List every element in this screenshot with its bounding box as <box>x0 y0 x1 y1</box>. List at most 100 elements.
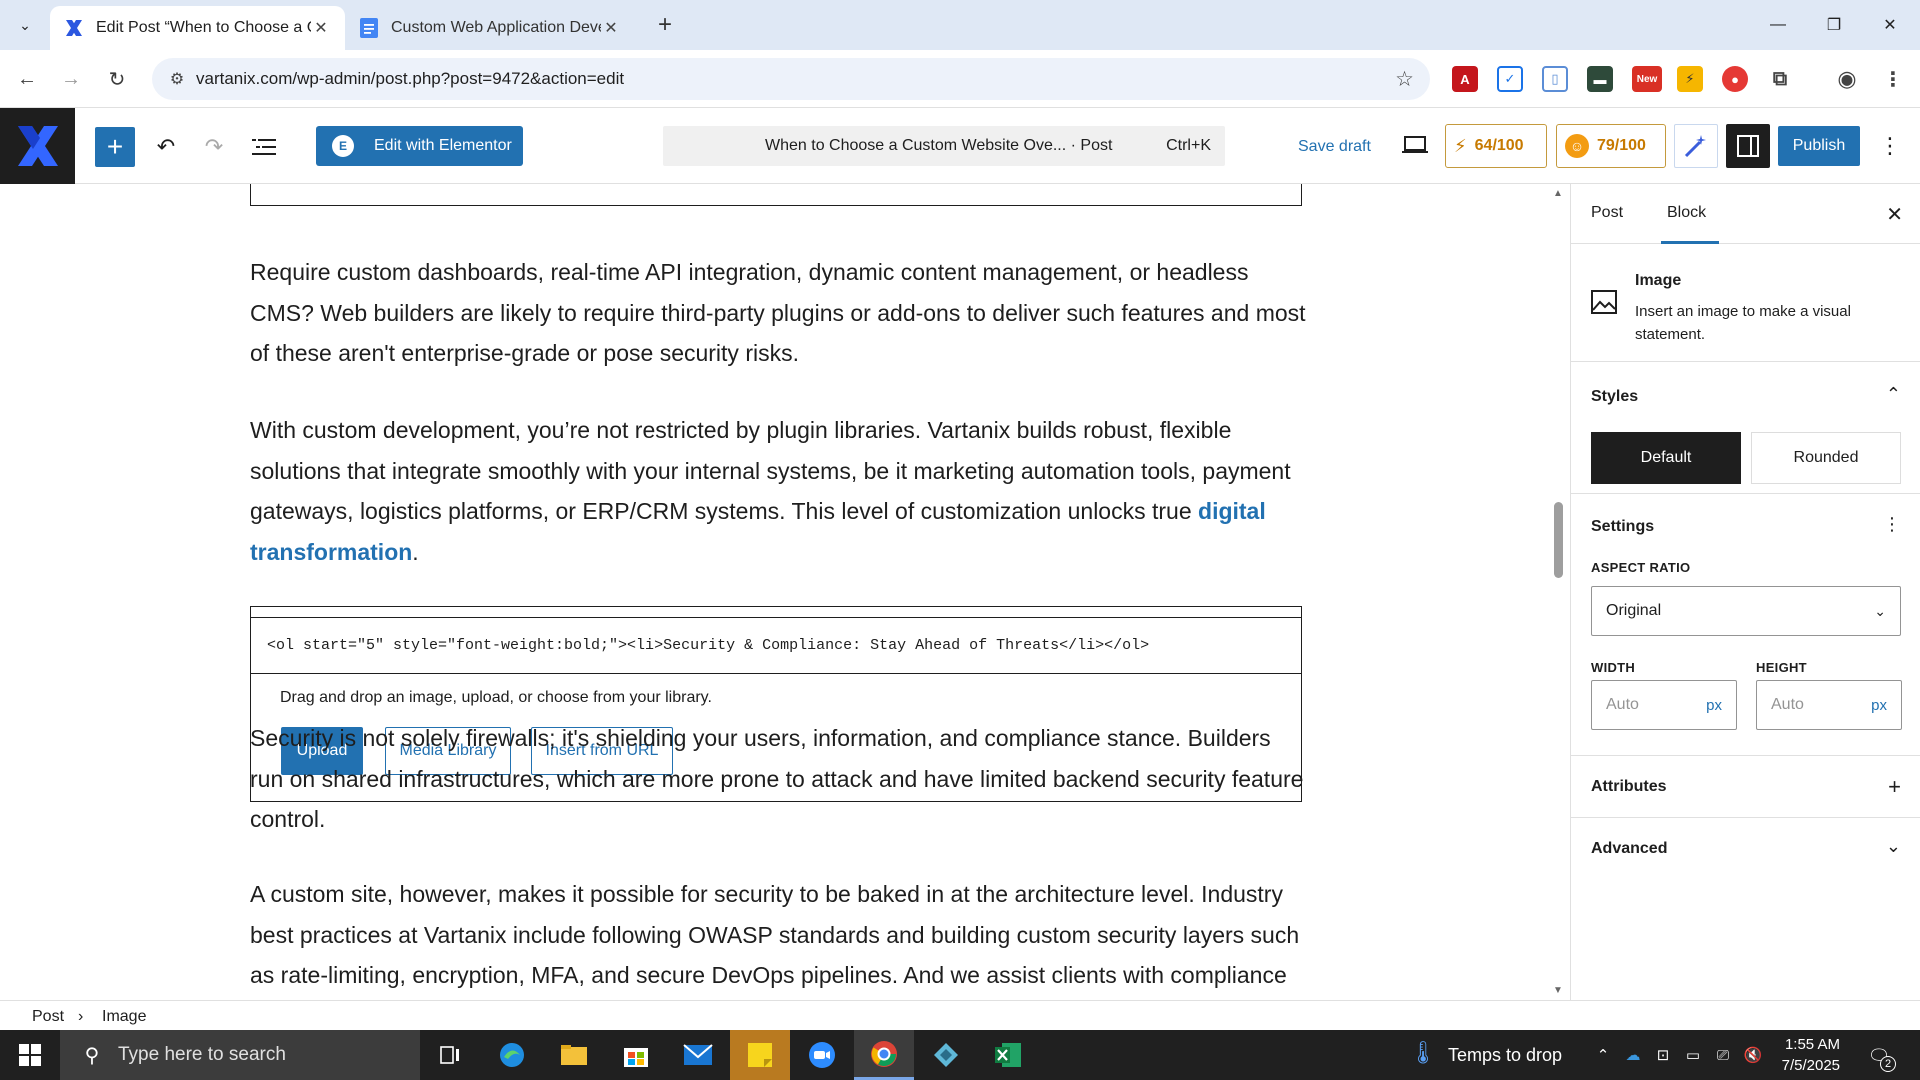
windows-start-icon[interactable] <box>0 1030 60 1080</box>
taskbar-search-input[interactable]: ⚲ Type here to search <box>60 1030 420 1080</box>
reload-icon[interactable]: ↻ <box>102 64 132 94</box>
preview-laptop-icon[interactable] <box>1400 130 1430 160</box>
html-code-text[interactable]: <ol start="5" style="font-weight:bold;">… <box>267 637 1149 654</box>
editor-canvas: Require custom dashboards, real-time API… <box>0 184 1570 1000</box>
thermometer-icon[interactable]: 🌡 <box>1409 1040 1437 1065</box>
pokeball-extension-icon[interactable]: ● <box>1722 66 1748 92</box>
paragraph-end: . <box>412 538 419 565</box>
scrollbar-thumb[interactable] <box>1554 502 1563 578</box>
paragraph-block[interactable]: Security is not solely firewalls; it's s… <box>250 718 1310 840</box>
ai-wand-icon[interactable] <box>1674 124 1718 168</box>
paragraph-block[interactable]: Require custom dashboards, real-time API… <box>250 252 1310 374</box>
seo-chart-icon: ⚡ <box>1454 135 1467 156</box>
paragraph-block[interactable]: A custom site, however, makes it possibl… <box>250 874 1310 1000</box>
aspect-ratio-label: ASPECT RATIO <box>1591 560 1691 575</box>
scroll-down-arrow-icon[interactable]: ▼ <box>1553 985 1563 996</box>
publish-button[interactable]: Publish <box>1778 126 1860 166</box>
chrome-icon[interactable] <box>854 1030 914 1080</box>
scroll-up-arrow-icon[interactable]: ▲ <box>1553 188 1563 199</box>
app-diamond-icon[interactable] <box>916 1030 976 1080</box>
site-logo-icon[interactable] <box>0 108 75 184</box>
tab-block[interactable]: Block <box>1661 204 1719 244</box>
minimize-window-icon[interactable]: — <box>1750 0 1806 50</box>
browser-tab-custom-web-app[interactable]: Custom Web Application Devel ✕ <box>345 6 635 50</box>
notification-count: 2 <box>1880 1056 1896 1072</box>
puzzle-extensions-icon[interactable]: ⧉ <box>1767 66 1793 92</box>
zoom-icon[interactable] <box>792 1030 852 1080</box>
advanced-panel[interactable]: Advanced ⌄ <box>1571 818 1920 878</box>
chevron-up-icon[interactable]: ⌃ <box>1592 1044 1614 1066</box>
undo-icon[interactable]: ↶ <box>148 127 184 167</box>
notification-center-icon[interactable]: 🗨 2 <box>1862 1042 1896 1072</box>
settings-sidebar-toggle-icon[interactable] <box>1726 124 1770 168</box>
settings-kebab-icon[interactable]: ⋮ <box>1883 514 1901 535</box>
battery-icon[interactable]: ▭ <box>1682 1044 1704 1066</box>
tab-post[interactable]: Post <box>1591 204 1623 222</box>
back-arrow-icon[interactable]: ← <box>12 64 42 94</box>
canvas-scrollbar[interactable]: ▲ ▼ <box>1552 188 1566 996</box>
readability-gear-icon: ☺ <box>1565 134 1589 158</box>
browser-tab-edit-post[interactable]: Edit Post “When to Choose a Cu ✕ <box>50 6 345 50</box>
close-tab-icon[interactable]: ✕ <box>311 18 331 38</box>
browser-menu-icon[interactable]: ⋮ <box>1880 66 1906 92</box>
weather-text[interactable]: Temps to drop <box>1448 1045 1562 1066</box>
readability-score-badge[interactable]: ☺ 79/100 <box>1556 124 1666 168</box>
excel-icon[interactable] <box>978 1030 1038 1080</box>
mail-icon[interactable] <box>668 1030 728 1080</box>
onedrive-cloud-icon[interactable]: ☁ <box>1622 1044 1644 1066</box>
options-kebab-icon[interactable]: ⋮ <box>1876 130 1904 162</box>
new-badge-extension-icon[interactable]: New <box>1632 66 1662 92</box>
width-input[interactable]: Auto px <box>1591 680 1737 730</box>
acrobat-icon[interactable]: A <box>1452 66 1478 92</box>
new-tab-button[interactable]: + <box>650 10 680 40</box>
microsoft-store-icon[interactable] <box>606 1030 666 1080</box>
url-text[interactable]: vartanix.com/wp-admin/post.php?post=9472… <box>196 69 624 89</box>
chevron-down-icon[interactable]: ⌄ <box>1886 836 1901 857</box>
restore-window-icon[interactable]: ❐ <box>1806 0 1862 50</box>
advanced-panel-title[interactable]: Advanced <box>1591 840 1667 858</box>
bookmark-star-icon[interactable]: ☆ <box>1395 67 1414 92</box>
redo-icon[interactable]: ↷ <box>196 127 232 167</box>
document-overview-icon[interactable] <box>246 127 282 167</box>
close-tab-icon[interactable]: ✕ <box>601 18 621 38</box>
task-view-icon[interactable] <box>420 1030 480 1080</box>
paragraph-block[interactable]: With custom development, you’re not rest… <box>250 410 1310 572</box>
site-settings-icon[interactable]: ⚙ <box>166 68 188 90</box>
network-icon[interactable]: ⎚ <box>1712 1044 1734 1066</box>
command-palette-button[interactable]: When to Choose a Custom Website Ove... ·… <box>663 126 1225 166</box>
search-icon: ⚲ <box>84 1044 100 1067</box>
chevron-up-icon[interactable]: ⌃ <box>1886 384 1901 405</box>
doc-extension-icon[interactable]: ▯ <box>1542 66 1568 92</box>
block-description: Insert an image to make a visual stateme… <box>1635 303 1851 343</box>
edit-with-elementor-button[interactable]: E Edit with Elementor <box>316 126 523 166</box>
system-clock[interactable]: 1:55 AM 7/5/2025 <box>1745 1034 1840 1076</box>
plus-icon[interactable]: + <box>1888 774 1901 800</box>
sidebar-tabs: Post Block ✕ <box>1571 184 1920 244</box>
width-unit[interactable]: px <box>1706 697 1722 714</box>
omnibox[interactable]: ⚙ vartanix.com/wp-admin/post.php?post=94… <box>152 58 1430 100</box>
folder-extension-icon[interactable]: ▬ <box>1587 66 1613 92</box>
lightning-extension-icon[interactable]: ⚡ <box>1677 66 1703 92</box>
shield-extension-icon[interactable]: ✓ <box>1497 66 1523 92</box>
camera-icon[interactable]: ⊡ <box>1652 1044 1674 1066</box>
file-explorer-icon[interactable] <box>544 1030 604 1080</box>
edge-browser-icon[interactable] <box>482 1030 542 1080</box>
close-window-icon[interactable]: ✕ <box>1862 0 1918 50</box>
save-draft-button[interactable]: Save draft <box>1298 138 1371 156</box>
styles-panel-title[interactable]: Styles <box>1591 388 1638 406</box>
block-inserter-plus-icon[interactable]: + <box>95 127 135 167</box>
breadcrumb-post[interactable]: Post <box>32 1008 64 1026</box>
tab-search-chevron-icon[interactable]: ⌄ <box>10 10 40 40</box>
close-sidebar-icon[interactable]: ✕ <box>1886 202 1903 227</box>
sticky-notes-icon[interactable] <box>730 1030 790 1080</box>
attributes-panel-title[interactable]: Attributes <box>1591 778 1667 796</box>
height-input[interactable]: Auto px <box>1756 680 1902 730</box>
style-rounded-option[interactable]: Rounded <box>1751 432 1901 484</box>
style-default-option[interactable]: Default <box>1591 432 1741 484</box>
attributes-panel[interactable]: Attributes + <box>1571 756 1920 818</box>
aspect-ratio-select[interactable]: Original ⌄ <box>1591 586 1901 636</box>
forward-arrow-icon[interactable]: → <box>56 64 86 94</box>
height-unit[interactable]: px <box>1871 697 1887 714</box>
seo-score-badge[interactable]: ⚡ 64/100 <box>1445 124 1547 168</box>
profile-avatar-icon[interactable]: ◉ <box>1834 66 1860 92</box>
